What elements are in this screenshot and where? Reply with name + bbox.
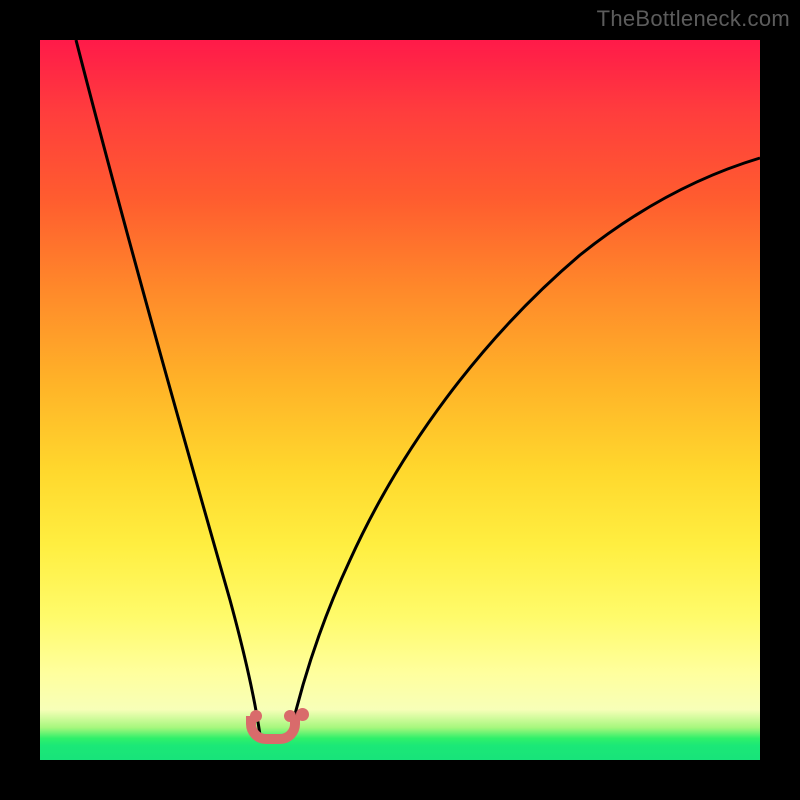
dip-end-dot — [296, 708, 309, 721]
plot-area — [40, 40, 760, 760]
chart-container: TheBottleneck.com — [0, 0, 800, 800]
dip-cap-right — [284, 710, 296, 722]
dip-cap-left — [250, 710, 262, 722]
watermark-text: TheBottleneck.com — [597, 6, 790, 32]
dip-region-marker — [246, 716, 300, 744]
bottleneck-curve — [40, 40, 760, 760]
